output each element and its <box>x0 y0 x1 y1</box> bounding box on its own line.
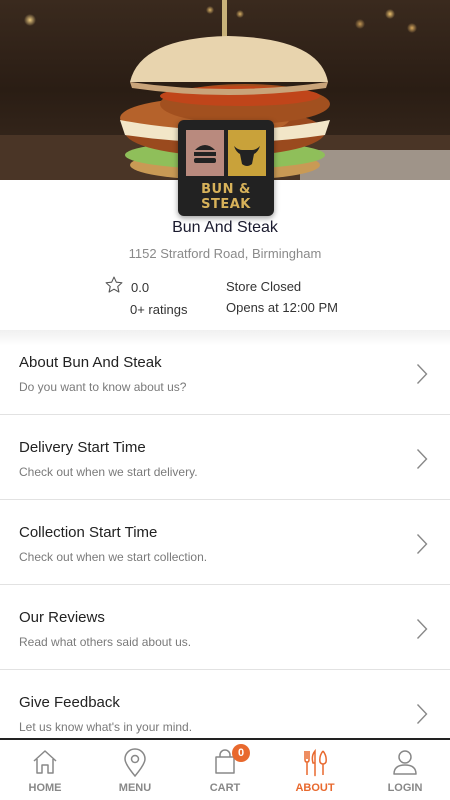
logo-bull-panel <box>228 130 266 176</box>
chevron-right-icon <box>416 704 428 724</box>
chevron-right-icon <box>416 364 428 384</box>
nav-login[interactable]: LOGIN <box>360 740 450 800</box>
list-item-title: Our Reviews <box>19 609 105 626</box>
about-options-list: About Bun And Steak Do you want to know … <box>0 330 450 755</box>
store-address: 1152 Stratford Road, Birmingham <box>128 246 322 261</box>
rating-value: 0.0 <box>131 280 150 295</box>
rating-count: 0+ ratings <box>130 302 188 317</box>
list-item-title: Delivery Start Time <box>19 439 146 456</box>
star-icon <box>105 276 123 293</box>
store-status-block: Store Closed Opens at 12:00 PM <box>226 279 366 316</box>
list-item-subtitle: Do you want to know about us? <box>19 380 187 394</box>
list-item-title: About Bun And Steak <box>19 354 162 371</box>
nav-login-label: LOGIN <box>387 782 423 794</box>
chevron-right-icon <box>416 534 428 554</box>
nav-about[interactable]: ABOUT <box>270 740 360 800</box>
list-item-reviews[interactable]: Our Reviews Read what others said about … <box>0 585 450 670</box>
rating-block: 0.0 0+ ratings <box>104 275 214 321</box>
store-status: Store Closed <box>226 279 302 294</box>
list-item-subtitle: Check out when we start delivery. <box>19 465 198 479</box>
chevron-right-icon <box>416 449 428 469</box>
list-item-subtitle: Check out when we start collection. <box>19 550 208 564</box>
user-icon <box>393 750 417 775</box>
nav-home[interactable]: HOME <box>0 740 90 800</box>
cart-count-badge: 0 <box>232 744 250 762</box>
nav-menu-label: MENU <box>118 782 152 794</box>
location-pin-icon <box>124 748 146 778</box>
cutlery-icon <box>304 748 327 777</box>
list-item-about[interactable]: About Bun And Steak Do you want to know … <box>0 330 450 415</box>
store-logo: BUN & STEAK <box>178 120 274 216</box>
nav-menu[interactable]: MENU <box>90 740 180 800</box>
nav-about-label: ABOUT <box>295 782 335 794</box>
bull-icon <box>234 146 260 166</box>
burger-icon <box>194 145 216 163</box>
logo-text: BUN & STEAK <box>201 182 251 212</box>
chevron-right-icon <box>416 619 428 639</box>
home-icon <box>33 750 57 774</box>
nav-home-label: HOME <box>28 782 62 794</box>
nav-cart-label: CART <box>209 782 241 794</box>
nav-cart[interactable]: 0 CART <box>180 740 270 800</box>
list-item-delivery-start-time[interactable]: Delivery Start Time Check out when we st… <box>0 415 450 500</box>
store-name: Bun And Steak <box>172 219 278 236</box>
list-item-title: Give Feedback <box>19 694 120 711</box>
list-item-subtitle: Read what others said about us. <box>19 635 192 649</box>
logo-burger-panel <box>186 130 224 176</box>
store-opening-time: Opens at 12:00 PM <box>226 300 339 315</box>
list-item-collection-start-time[interactable]: Collection Start Time Check out when we … <box>0 500 450 585</box>
list-item-subtitle: Let us know what's in your mind. <box>19 720 193 734</box>
bottom-navigation: HOME MENU 0 CART ABOUT LOGIN <box>0 738 450 800</box>
list-item-title: Collection Start Time <box>19 524 158 541</box>
